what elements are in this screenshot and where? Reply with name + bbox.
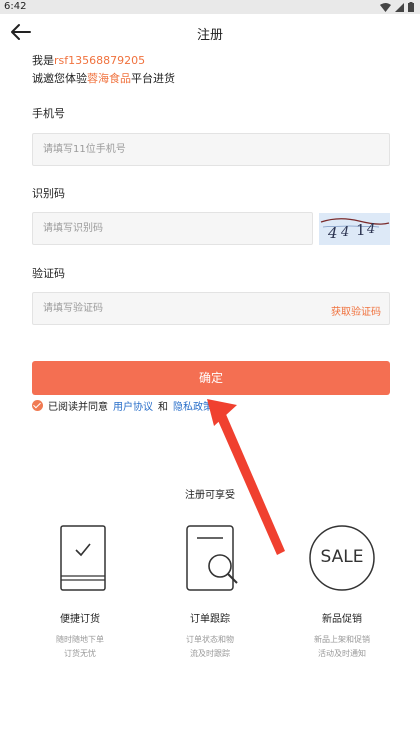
signal-icon [395, 2, 404, 12]
svg-text:1: 1 [356, 221, 366, 239]
benefits-title: 注册可享受 [185, 490, 235, 501]
user-agreement-link[interactable]: 用户协议 [113, 398, 153, 413]
phone-label: 手机号 [32, 107, 65, 120]
agreement-row: 已阅读并同意 用户协议 和 隐私政策 [32, 398, 213, 413]
phone-input[interactable] [33, 134, 389, 165]
benefit-title: 便捷订货 [60, 614, 100, 625]
captcha-input[interactable] [33, 213, 312, 244]
benefit-title: 新品促销 [322, 614, 362, 625]
privacy-policy-link[interactable]: 隐私政策 [173, 398, 213, 413]
benefit-new-promotions: SALE 新品促销 新品上架和促销 活动及时通知 [282, 522, 402, 661]
code-field[interactable]: 获取验证码 [32, 292, 390, 325]
benefit-easy-order: 便捷订货 随时随地下单 订货无忧 [20, 522, 140, 661]
intro-suffix: 平台进货 [131, 72, 175, 85]
battery-icon [408, 2, 414, 12]
benefit-title: 订单跟踪 [190, 614, 230, 625]
wifi-icon [380, 2, 391, 12]
captcha-field[interactable] [32, 212, 313, 245]
intro-line-2: 诚邀您体验蓉海食品平台进货 [32, 70, 175, 86]
phone-check-icon [60, 525, 106, 591]
benefit-desc-line1: 新品上架和促销 [314, 635, 370, 644]
status-time: 6:42 [4, 1, 27, 12]
status-bar: 6:42 [0, 0, 420, 14]
intro-invite: 诚邀您体验 [32, 72, 87, 85]
code-input[interactable] [33, 293, 313, 324]
code-label: 验证码 [32, 267, 65, 280]
benefit-desc-line1: 随时随地下单 [56, 635, 104, 644]
svg-text:4: 4 [340, 225, 349, 240]
svg-text:4: 4 [366, 222, 375, 237]
agreement-checkbox[interactable] [32, 400, 43, 411]
benefit-desc-line1: 订单状态和物 [186, 635, 234, 644]
header: 注册 [0, 14, 420, 50]
get-code-button[interactable]: 获取验证码 [331, 303, 381, 318]
benefit-desc-line2: 流及时跟踪 [190, 649, 230, 658]
benefit-desc-line2: 活动及时通知 [318, 649, 366, 658]
intro-prefix: 我是 [32, 54, 54, 67]
confirm-button[interactable]: 确定 [32, 361, 390, 395]
sale-badge-text: SALE [320, 547, 364, 567]
agreement-prefix: 已阅读并同意 [48, 402, 108, 413]
phone-field[interactable] [32, 133, 390, 166]
benefit-order-tracking: 订单跟踪 订单状态和物 流及时跟踪 [150, 522, 270, 661]
brand-name: 蓉海食品 [87, 72, 131, 85]
svg-text:4: 4 [327, 224, 338, 242]
status-icons [380, 2, 414, 12]
captcha-label: 识别码 [32, 187, 65, 200]
intro-line-1: 我是rsf13568879205 [32, 52, 145, 68]
account-id: rsf13568879205 [54, 54, 146, 67]
captcha-image[interactable]: 4 4 1 4 [319, 213, 390, 245]
order-search-icon [186, 525, 238, 591]
page-title: 注册 [196, 28, 223, 43]
agreement-and: 和 [158, 402, 168, 413]
benefit-desc-line2: 订货无忧 [64, 649, 96, 658]
